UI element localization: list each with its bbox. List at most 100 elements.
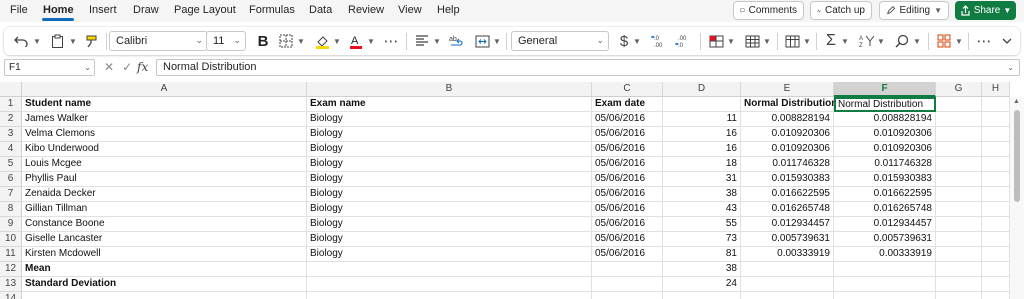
- cell-h6[interactable]: [982, 172, 1010, 187]
- cell-e12[interactable]: [741, 262, 834, 277]
- cell-h11[interactable]: [982, 247, 1010, 262]
- cell-h9[interactable]: [982, 217, 1010, 232]
- row-header[interactable]: 9: [0, 217, 22, 232]
- format-as-table-icon[interactable]: [742, 27, 762, 55]
- cell-h8[interactable]: [982, 202, 1010, 217]
- decrease-decimal-icon[interactable]: .00.0: [672, 27, 694, 55]
- cell-f2[interactable]: 0.008828194: [834, 112, 936, 127]
- cell-g2[interactable]: [936, 112, 982, 127]
- cell-b10[interactable]: Biology: [307, 232, 592, 247]
- cell-d1[interactable]: [663, 97, 741, 112]
- cell-f11[interactable]: 0.00333919: [834, 247, 936, 262]
- cell-c4[interactable]: 05/06/2016: [592, 142, 663, 157]
- increase-decimal-icon[interactable]: .0.00: [648, 27, 670, 55]
- menu-draw[interactable]: Draw: [133, 4, 159, 16]
- cell-g3[interactable]: [936, 127, 982, 142]
- cell-h1[interactable]: [982, 97, 1010, 112]
- chevron-down-icon[interactable]: ▼: [802, 27, 812, 55]
- cell-b9[interactable]: Biology: [307, 217, 592, 232]
- cell-d7[interactable]: 38: [663, 187, 741, 202]
- cell-e2[interactable]: 0.008828194: [741, 112, 834, 127]
- paste-icon[interactable]: [46, 27, 68, 55]
- column-header-b[interactable]: B: [307, 82, 592, 97]
- share-button[interactable]: Share ▼: [955, 1, 1016, 20]
- merge-icon[interactable]: [472, 27, 492, 55]
- cell-e1[interactable]: Normal Distribution: [741, 97, 837, 112]
- menu-view[interactable]: View: [398, 4, 422, 16]
- cancel-icon[interactable]: ✕: [104, 60, 114, 74]
- add-ins-icon[interactable]: [934, 27, 954, 55]
- editing-mode-button[interactable]: Editing ▼: [879, 1, 949, 20]
- cell-g7[interactable]: [936, 187, 982, 202]
- currency-icon[interactable]: $: [616, 27, 632, 55]
- font-color-icon[interactable]: A: [346, 27, 366, 55]
- select-all-corner[interactable]: [0, 82, 22, 97]
- format-painter-icon[interactable]: [81, 27, 103, 55]
- row-header[interactable]: 12: [0, 262, 22, 277]
- chevron-down-icon[interactable]: ▼: [492, 27, 502, 55]
- menu-review[interactable]: Review: [348, 4, 384, 16]
- cell-a10[interactable]: Giselle Lancaster: [22, 232, 307, 247]
- cell-a1[interactable]: Student name: [22, 97, 307, 112]
- cell-a3[interactable]: Velma Clemons: [22, 127, 307, 142]
- cell-e6[interactable]: 0.015930383: [741, 172, 834, 187]
- cell-c9[interactable]: 05/06/2016: [592, 217, 663, 232]
- row-header[interactable]: 8: [0, 202, 22, 217]
- cell-e5[interactable]: 0.011746328: [741, 157, 834, 172]
- cell-a6[interactable]: Phyllis Paul: [22, 172, 307, 187]
- cell-f9[interactable]: 0.012934457: [834, 217, 936, 232]
- cell-d14[interactable]: [663, 292, 741, 299]
- scrollbar-thumb[interactable]: [1014, 110, 1020, 202]
- font-name-select[interactable]: Calibri ⌄: [109, 31, 208, 51]
- cell-a11[interactable]: Kirsten Mcdowell: [22, 247, 307, 262]
- cell-b14[interactable]: [307, 292, 592, 299]
- menu-insert[interactable]: Insert: [89, 4, 117, 16]
- cell-c2[interactable]: 05/06/2016: [592, 112, 663, 127]
- cell-h7[interactable]: [982, 187, 1010, 202]
- insert-function-icon[interactable]: fx: [137, 60, 148, 74]
- fill-color-icon[interactable]: [312, 27, 332, 55]
- cell-d2[interactable]: 11: [663, 112, 741, 127]
- cell-f12[interactable]: [834, 262, 936, 277]
- vertical-scrollbar[interactable]: ▲: [1010, 97, 1024, 299]
- cell-b2[interactable]: Biology: [307, 112, 592, 127]
- column-header-e[interactable]: E: [741, 82, 834, 97]
- menu-help[interactable]: Help: [437, 4, 460, 16]
- cell-d12[interactable]: 38: [663, 262, 741, 277]
- cell-d9[interactable]: 55: [663, 217, 741, 232]
- cell-g1[interactable]: [936, 97, 982, 112]
- confirm-icon[interactable]: ✓: [122, 60, 132, 74]
- cell-c7[interactable]: 05/06/2016: [592, 187, 663, 202]
- cell-c13[interactable]: [592, 277, 663, 292]
- comments-button[interactable]: Comments: [733, 1, 804, 20]
- catch-up-button[interactable]: Catch up: [810, 1, 872, 20]
- font-size-select[interactable]: 11 ⌄: [206, 31, 246, 51]
- column-header-h[interactable]: H: [982, 82, 1010, 97]
- chevron-down-icon[interactable]: ▼: [432, 27, 442, 55]
- cell-e14[interactable]: [741, 292, 834, 299]
- column-header-c[interactable]: C: [592, 82, 663, 97]
- cell-h2[interactable]: [982, 112, 1010, 127]
- cell-b12[interactable]: [307, 262, 592, 277]
- cell-a14[interactable]: [22, 292, 307, 299]
- cell-h5[interactable]: [982, 157, 1010, 172]
- chevron-down-icon[interactable]: ▼: [32, 27, 42, 55]
- insert-cells-icon[interactable]: [782, 27, 802, 55]
- chevron-down-icon[interactable]: ▼: [726, 27, 736, 55]
- cell-f13[interactable]: [834, 277, 936, 292]
- row-header[interactable]: 11: [0, 247, 22, 262]
- cell-b1[interactable]: Exam name: [307, 97, 592, 112]
- cell-b6[interactable]: Biology: [307, 172, 592, 187]
- autosum-icon[interactable]: Σ: [822, 27, 840, 55]
- undo-icon[interactable]: [10, 27, 32, 55]
- cell-g5[interactable]: [936, 157, 982, 172]
- chevron-down-icon[interactable]: ▼: [332, 27, 342, 55]
- chevron-down-icon[interactable]: ▼: [366, 27, 376, 55]
- cell-g13[interactable]: [936, 277, 982, 292]
- cell-b13[interactable]: [307, 277, 592, 292]
- wrap-text-icon[interactable]: ab: [446, 27, 466, 55]
- cell-c10[interactable]: 05/06/2016: [592, 232, 663, 247]
- cell-a9[interactable]: Constance Boone: [22, 217, 307, 232]
- find-icon[interactable]: [892, 27, 912, 55]
- menu-formulas[interactable]: Formulas: [249, 4, 295, 16]
